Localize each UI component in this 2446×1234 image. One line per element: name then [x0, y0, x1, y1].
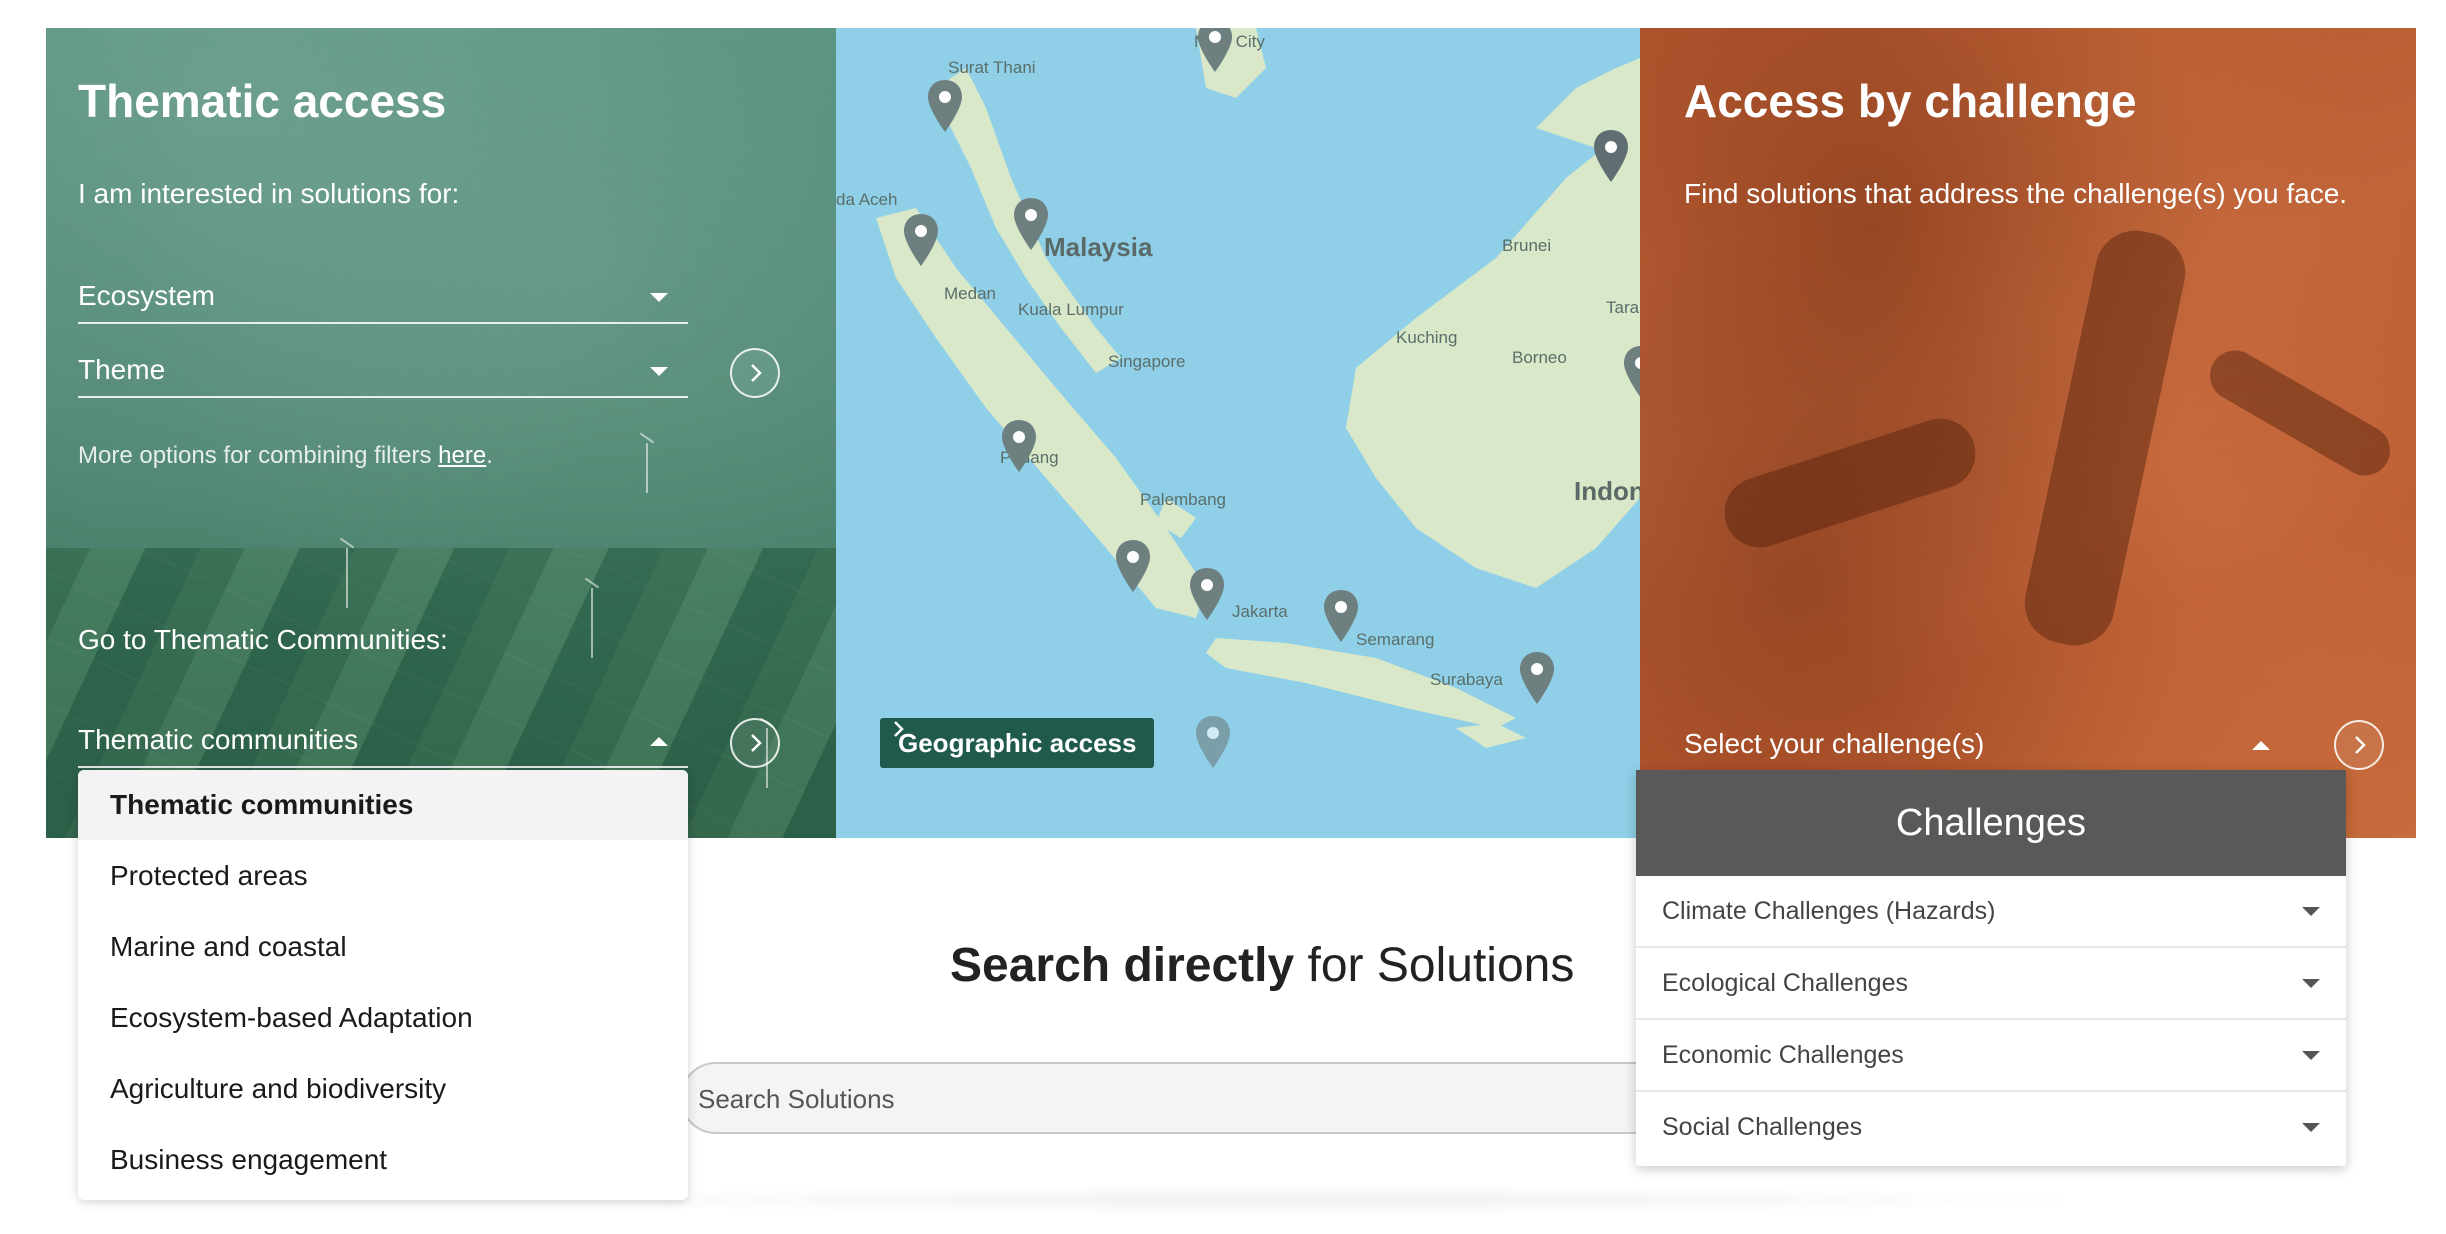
thematic-go-button[interactable]: [730, 348, 780, 398]
map-pin-icon[interactable]: [1188, 566, 1226, 622]
soil-crack-decor: [1715, 409, 1985, 557]
caret-up-icon: [650, 737, 668, 746]
section-shadow: [500, 1185, 2100, 1215]
map-label: Borneo: [1512, 348, 1567, 367]
dropdown-option[interactable]: Ecosystem-based Adaptation: [78, 983, 688, 1053]
chevron-right-icon: [751, 734, 762, 752]
map-pin-icon[interactable]: [1322, 588, 1360, 644]
caret-down-icon: [2302, 979, 2320, 988]
map-land: [876, 28, 1640, 748]
map-pin-icon[interactable]: [1012, 196, 1050, 252]
challenge-intro: Find solutions that address the challeng…: [1684, 178, 2348, 209]
map-pin-icon[interactable]: [1518, 650, 1556, 706]
chevron-right-icon: [894, 721, 904, 737]
more-options-period: .: [486, 442, 493, 469]
caret-down-icon: [650, 367, 668, 376]
dropdown-option[interactable]: Agriculture and biodiversity: [78, 1054, 688, 1124]
thematic-access-panel: Thematic access I am interested in solut…: [46, 28, 836, 838]
map-label: Jakarta: [1232, 602, 1288, 621]
more-options-text: More options for combining filters here.: [78, 442, 493, 470]
dropdown-option[interactable]: Business engagement: [78, 1125, 688, 1195]
map-label: Palembang: [1140, 490, 1227, 509]
thematic-intro: I am interested in solutions for:: [78, 178, 460, 209]
ecosystem-select-label: Ecosystem: [78, 280, 215, 311]
thematic-communities-select[interactable]: Thematic communities: [78, 712, 688, 768]
challenge-category-row[interactable]: Ecological Challenges: [1636, 948, 2346, 1020]
challenge-select[interactable]: Select your challenge(s): [1684, 716, 2290, 772]
search-title-rest: for Solutions: [1294, 939, 1575, 992]
chevron-right-icon: [751, 364, 762, 382]
map-label: Kuala Lumpur: [1018, 300, 1124, 319]
caret-down-icon: [2302, 1051, 2320, 1060]
wind-turbine-decor: [591, 588, 593, 658]
dropdown-option[interactable]: Protected areas: [78, 841, 688, 911]
theme-select-label: Theme: [78, 354, 166, 385]
map-label: Semarang: [1356, 630, 1435, 649]
challenges-header: Challenges: [1636, 770, 2346, 876]
soil-crack-decor: [2200, 341, 2400, 485]
challenge-title: Access by challenge: [1684, 75, 2137, 127]
caret-down-icon: [2302, 1123, 2320, 1132]
ecosystem-select[interactable]: Ecosystem: [78, 268, 688, 324]
search-input[interactable]: [696, 1074, 1640, 1124]
challenge-go-button[interactable]: [2334, 720, 2384, 770]
geographic-access-label: Geographic access: [898, 728, 1137, 758]
map-label: Singapore: [1108, 352, 1186, 371]
challenge-category-row[interactable]: Social Challenges: [1636, 1092, 2346, 1164]
map-label: Malaysia: [1044, 232, 1153, 262]
map-pin-icon[interactable]: [1196, 28, 1234, 74]
map-panel[interactable]: Minh City Surat Thani da Aceh Malaysia M…: [836, 28, 1640, 838]
challenge-select-label: Select your challenge(s): [1684, 728, 1985, 759]
map-label: Surabaya: [1430, 670, 1503, 689]
map-label: Medan: [944, 284, 996, 303]
geographic-access-button[interactable]: Geographic access: [880, 718, 1155, 768]
caret-down-icon: [2302, 907, 2320, 916]
challenge-category-row[interactable]: Economic Challenges: [1636, 1020, 2346, 1092]
caret-down-icon: [650, 293, 668, 302]
theme-select[interactable]: Theme: [78, 342, 688, 398]
caret-up-icon: [2252, 741, 2270, 750]
map-label: Brunei: [1502, 236, 1552, 255]
search-title-bold: Search directly: [950, 939, 1295, 992]
search-box[interactable]: [680, 1062, 1690, 1134]
chevron-right-icon: [2355, 736, 2366, 754]
soil-crack-decor: [2017, 223, 2193, 653]
map-pin-icon[interactable]: [1114, 538, 1152, 594]
map-pin-icon[interactable]: [1000, 418, 1038, 474]
challenge-category-label: Climate Challenges (Hazards): [1662, 897, 1996, 925]
map-pin-icon[interactable]: [1592, 128, 1630, 184]
wind-turbine-decor: [646, 443, 648, 493]
more-options-link[interactable]: here: [438, 442, 486, 469]
map-label: Tara: [1606, 298, 1640, 317]
challenge-category-row[interactable]: Climate Challenges (Hazards): [1636, 876, 2346, 948]
search-title: Search directly for Solutions: [950, 938, 1574, 993]
challenge-category-label: Ecological Challenges: [1662, 969, 1908, 997]
map-pin-icon[interactable]: [902, 212, 940, 268]
map-pin-icon[interactable]: [1622, 344, 1640, 400]
wind-turbine-decor: [346, 548, 348, 608]
challenge-access-panel: Access by challenge Find solutions that …: [1640, 28, 2416, 838]
challenges-dropdown-panel: Challenges Climate Challenges (Hazards) …: [1636, 770, 2346, 1166]
more-options-label: More options for combining filters: [78, 442, 439, 469]
map-label: da Aceh: [836, 190, 898, 209]
dropdown-option[interactable]: Marine and coastal: [78, 912, 688, 982]
thematic-title: Thematic access: [78, 75, 447, 127]
map-pin-icon[interactable]: [926, 78, 964, 134]
map-pin-icon[interactable]: [1194, 714, 1232, 770]
challenge-category-label: Economic Challenges: [1662, 1041, 1904, 1069]
communities-go-button[interactable]: [730, 718, 780, 768]
communities-select-label: Thematic communities: [78, 724, 359, 755]
thematic-communities-dropdown: Thematic communities Protected areas Mar…: [78, 770, 688, 1200]
hero-section: Thematic access I am interested in solut…: [46, 28, 2416, 838]
dropdown-option[interactable]: Thematic communities: [78, 770, 688, 840]
challenge-category-label: Social Challenges: [1662, 1113, 1863, 1141]
map-label: Kuching: [1396, 328, 1458, 347]
map-label: Surat Thani: [948, 58, 1036, 77]
map-label: Indon: [1574, 476, 1640, 506]
communities-heading: Go to Thematic Communities:: [78, 624, 448, 655]
